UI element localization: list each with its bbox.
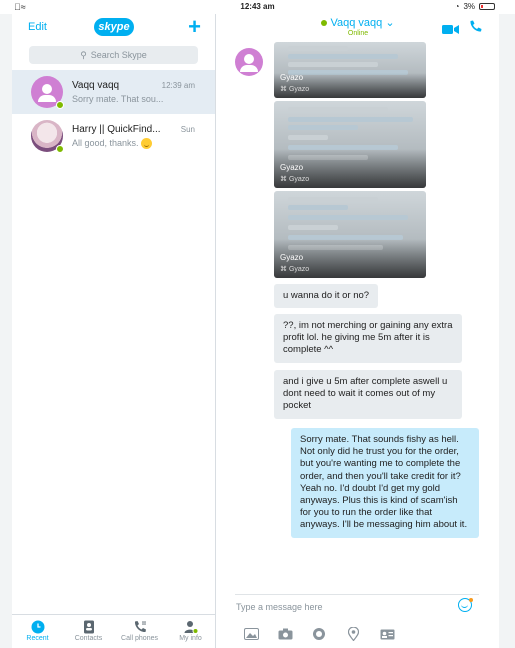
- conversation-name: Harry || QuickFind...: [72, 124, 161, 135]
- battery-percent: 3%: [463, 2, 475, 11]
- attachment-caption: ⌘ Gyazo: [280, 266, 310, 273]
- attachment-caption: ⌘ Gyazo: [280, 86, 310, 93]
- conversation-item[interactable]: Harry || QuickFind... All good, thanks. …: [12, 114, 215, 158]
- status-bar: ≈ 12:43 am ◔ 3%: [0, 0, 515, 14]
- default-user-icon: [38, 84, 56, 102]
- conversation-item[interactable]: Vaqq vaqq Sorry mate. That sou... 12:39 …: [12, 70, 215, 114]
- location-icon[interactable]: [343, 626, 363, 642]
- clock-icon: [12, 619, 63, 635]
- edit-button[interactable]: Edit: [28, 21, 47, 33]
- message-list[interactable]: Gyazo ⌘ Gyazo Gyazo ⌘ Gyazo Gyazo ⌘ Gyaz…: [217, 42, 499, 602]
- search-placeholder: Search Skype: [90, 50, 147, 60]
- bottom-tab-bar: Recent Contacts Call phones My info: [12, 614, 216, 648]
- online-status-icon: [321, 20, 328, 27]
- search-icon: ⚲: [80, 49, 87, 60]
- search-area: ⚲ Search Skype: [12, 42, 215, 70]
- tab-label: Contacts: [74, 635, 103, 642]
- conversation-preview: All good, thanks.: [72, 138, 152, 150]
- emoticon-badge: [469, 598, 473, 602]
- online-status-icon: [56, 145, 64, 153]
- incoming-message[interactable]: and i give u 5m after complete aswell u …: [274, 370, 462, 419]
- phone-call-icon[interactable]: [469, 20, 482, 38]
- incoming-message[interactable]: ??, im not merching or gaining any extra…: [274, 314, 462, 363]
- message-input[interactable]: Type a message here: [236, 602, 323, 612]
- conversation-time: Sun: [180, 125, 195, 134]
- status-time: 12:43 am: [240, 2, 275, 11]
- outgoing-message[interactable]: Sorry mate. That sounds fishy as hell. N…: [291, 428, 479, 538]
- chevron-down-icon: ⌄: [385, 17, 395, 29]
- video-message-icon[interactable]: [309, 626, 329, 642]
- avatar: [235, 48, 263, 76]
- lock-rotation-icon: ◔: [454, 2, 460, 11]
- chat-header: Vaqq vaqq ⌄ Online: [217, 14, 499, 42]
- battery-icon: [479, 3, 495, 10]
- skype-logo: skype: [94, 18, 134, 36]
- image-attachment[interactable]: Gyazo ⌘ Gyazo: [274, 191, 426, 278]
- composer-divider: [235, 594, 479, 595]
- tab-label: Call phones: [121, 635, 158, 642]
- smile-emoji-icon: [140, 138, 152, 150]
- phone-dialpad-icon: [114, 619, 165, 635]
- contacts-book-icon: [63, 619, 114, 635]
- tab-my-info[interactable]: My info: [165, 615, 216, 648]
- conversation-preview: Sorry mate. That sou...: [72, 94, 164, 104]
- image-attachment[interactable]: Gyazo ⌘ Gyazo: [274, 42, 426, 98]
- attachment-brand: Gyazo: [280, 253, 304, 262]
- search-input[interactable]: ⚲ Search Skype: [29, 46, 198, 64]
- default-user-icon: [240, 54, 258, 72]
- attachment-brand: Gyazo: [280, 163, 304, 172]
- conversation-name: Vaqq vaqq: [72, 80, 120, 91]
- conversation-time: 12:39 am: [161, 81, 195, 90]
- image-attachment[interactable]: Gyazo ⌘ Gyazo: [274, 101, 426, 188]
- new-conversation-button[interactable]: +: [188, 16, 201, 38]
- window-left-edge: [0, 14, 12, 648]
- tab-label: Recent: [26, 635, 49, 642]
- send-photo-icon[interactable]: [241, 626, 261, 642]
- left-header: Edit skype +: [12, 14, 215, 42]
- user-icon: [165, 619, 216, 635]
- tab-call-phones[interactable]: Call phones: [114, 615, 165, 648]
- tab-label: My info: [179, 635, 202, 642]
- composer-toolbar: [241, 626, 397, 642]
- video-call-icon[interactable]: [442, 22, 459, 40]
- chat-pane: Vaqq vaqq ⌄ Online Gyazo ⌘ Gyazo Gyazo ⌘…: [217, 14, 499, 648]
- online-status-icon: [56, 101, 64, 109]
- attachment-brand: Gyazo: [280, 73, 304, 82]
- attachment-caption: ⌘ Gyazo: [280, 176, 310, 183]
- send-contact-icon[interactable]: [377, 626, 397, 642]
- tab-recent[interactable]: Recent: [12, 615, 63, 648]
- conversation-list-pane: Edit skype + ⚲ Search Skype Vaqq vaqq So…: [12, 14, 216, 648]
- tab-contacts[interactable]: Contacts: [63, 615, 114, 648]
- camera-icon[interactable]: [275, 626, 295, 642]
- window-right-edge: [499, 14, 515, 648]
- incoming-message[interactable]: u wanna do it or no?: [274, 284, 379, 309]
- status-right: ◔ 3%: [455, 2, 495, 11]
- message-composer: Type a message here: [217, 594, 499, 648]
